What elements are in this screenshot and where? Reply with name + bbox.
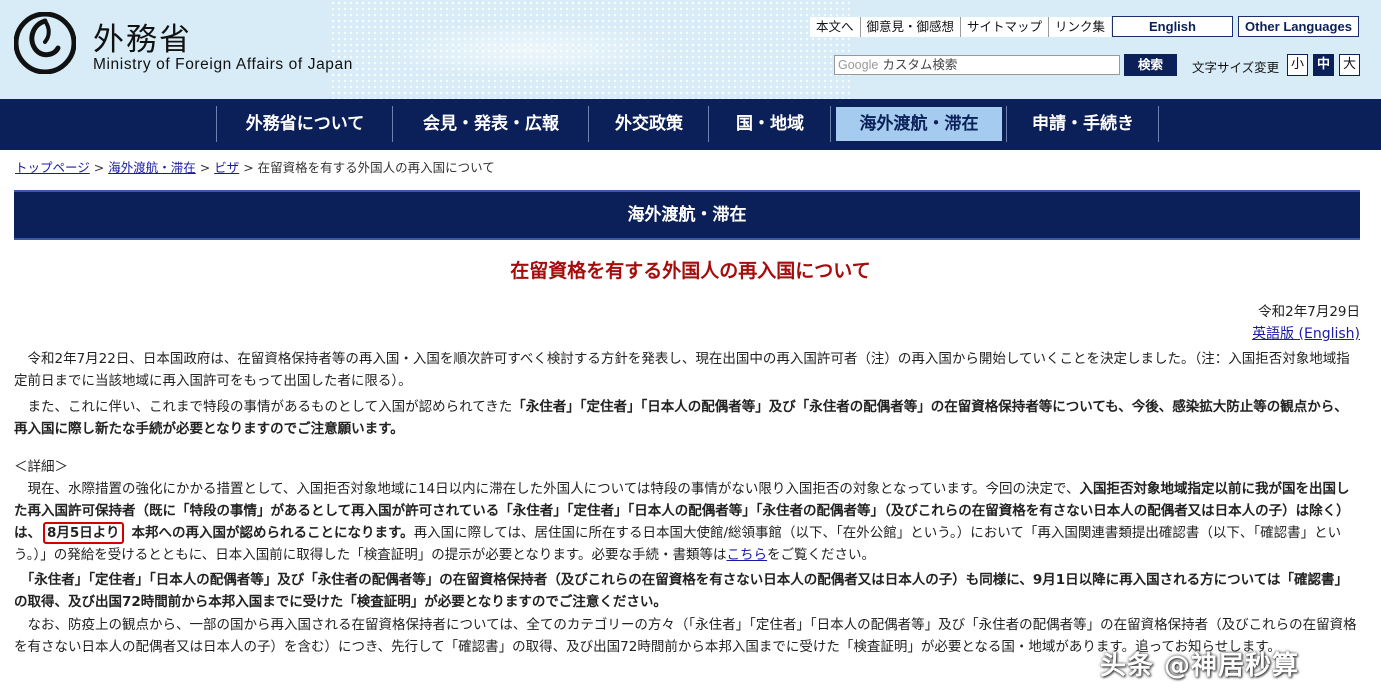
paragraph-text: をご覧ください。 (767, 547, 876, 563)
paragraph-bold-text: 「永住者」「定住者」「日本人の配偶者等」及び「永住者の配偶者等」の在留資格保持者… (14, 572, 1348, 610)
site-logo-japanese[interactable]: 外務省 (93, 14, 192, 59)
paragraph-text: 現在、水際措置の強化にかかる措置として、入国拒否対象地域に14日以内に滞在した外… (27, 481, 1080, 497)
search-placeholder: カスタム検索 (882, 57, 958, 72)
detail-heading: ＜詳細＞ (14, 459, 68, 475)
page-title: 在留資格を有する外国人の再入国について (510, 260, 871, 282)
section-banner-title: 海外渡航・滞在 (627, 205, 747, 225)
procedures-link[interactable]: こちら (727, 547, 768, 563)
paragraph-text: 令和2年7月22日、日本国政府は、在留資格保持者等の再入国・入国を順次許可すべく… (14, 351, 1350, 389)
paragraph-details: 現在、水際措置の強化にかかる措置として、入国拒否対象地域に14日以内に滞在した外… (14, 478, 1360, 566)
font-size-label: 文字サイズ変更 (1192, 60, 1280, 75)
highlighted-date: 8月5日より (43, 522, 124, 544)
google-mark: Google (838, 58, 879, 72)
breadcrumb-visa[interactable]: ビザ (214, 160, 239, 175)
section-banner: 海外渡航・滞在 (14, 190, 1360, 240)
watermark: 头条 @神居秒算 (1100, 651, 1300, 681)
nav-divider (830, 106, 831, 142)
font-size-large-button[interactable]: 大 (1339, 54, 1360, 76)
breadcrumb: トップページ > 海外渡航・滞在 > ビザ > 在留資格を有する外国人の再入国に… (15, 157, 495, 176)
english-button[interactable]: English (1112, 16, 1233, 37)
font-size-small-button[interactable]: 小 (1287, 54, 1308, 76)
font-size-medium-button[interactable]: 中 (1313, 54, 1334, 76)
link-feedback[interactable]: 御意見・御感想 (861, 17, 962, 37)
paragraph-notice: また、これに伴い、これまで特段の事情があるものとして入国が認められてきた「永住者… (14, 396, 1360, 440)
paragraph-bold-text: 本邦への再入国が認められることになります。 (131, 525, 414, 541)
breadcrumb-separator: > (243, 160, 254, 175)
english-version-link[interactable]: 英語版 (English) (1252, 323, 1360, 343)
breadcrumb-separator: > (93, 160, 105, 175)
page-date: 令和2年7月29日 (1258, 304, 1360, 320)
paragraph-permanent-residents: 「永住者」「定住者」「日本人の配偶者等」及び「永住者の配偶者等」の在留資格保持者… (14, 569, 1360, 613)
nav-divider (216, 106, 217, 142)
nav-item-press[interactable]: 会見・発表・広報 (394, 107, 588, 141)
global-nav: 外務省について 会見・発表・広報 外交政策 国・地域 海外渡航・滞在 申請・手続… (0, 99, 1381, 150)
search-button[interactable]: 検索 (1124, 54, 1177, 76)
nav-item-travel[interactable]: 海外渡航・滞在 (836, 107, 1002, 141)
link-sitemap[interactable]: サイトマップ (961, 17, 1050, 37)
site-header: 外務省 Ministry of Foreign Affairs of Japan… (0, 0, 1381, 99)
paragraph-text: また、これに伴い、これまで特段の事情があるものとして入国が認められてきた (27, 399, 513, 415)
other-languages-button[interactable]: Other Languages (1238, 16, 1359, 37)
link-skip-to-content[interactable]: 本文へ (810, 17, 861, 37)
link-links[interactable]: リンク集 (1049, 17, 1111, 37)
breadcrumb-separator: > (199, 160, 211, 175)
breadcrumb-top[interactable]: トップページ (15, 160, 90, 175)
utility-links: 本文へ 御意見・御感想 サイトマップ リンク集 (810, 17, 1112, 37)
mofa-emblem-icon[interactable] (14, 12, 76, 74)
world-map-glow (380, 20, 680, 80)
paragraph-announcement: 令和2年7月22日、日本国政府は、在留資格保持者等の再入国・入国を順次許可すべく… (14, 348, 1360, 392)
site-logo-english[interactable]: Ministry of Foreign Affairs of Japan (93, 56, 353, 74)
nav-item-policy[interactable]: 外交政策 (590, 107, 708, 141)
nav-divider (1006, 106, 1007, 142)
breadcrumb-current: 在留資格を有する外国人の再入国について (257, 160, 495, 175)
nav-divider (588, 106, 589, 142)
nav-divider (392, 106, 393, 142)
search-input[interactable]: Google カスタム検索 (834, 55, 1120, 75)
breadcrumb-travel[interactable]: 海外渡航・滞在 (108, 160, 196, 175)
nav-divider (1158, 106, 1159, 142)
nav-divider (708, 106, 709, 142)
nav-item-countries[interactable]: 国・地域 (710, 107, 830, 141)
nav-item-procedures[interactable]: 申請・手続き (1008, 107, 1158, 141)
nav-item-about[interactable]: 外務省について (218, 107, 392, 141)
